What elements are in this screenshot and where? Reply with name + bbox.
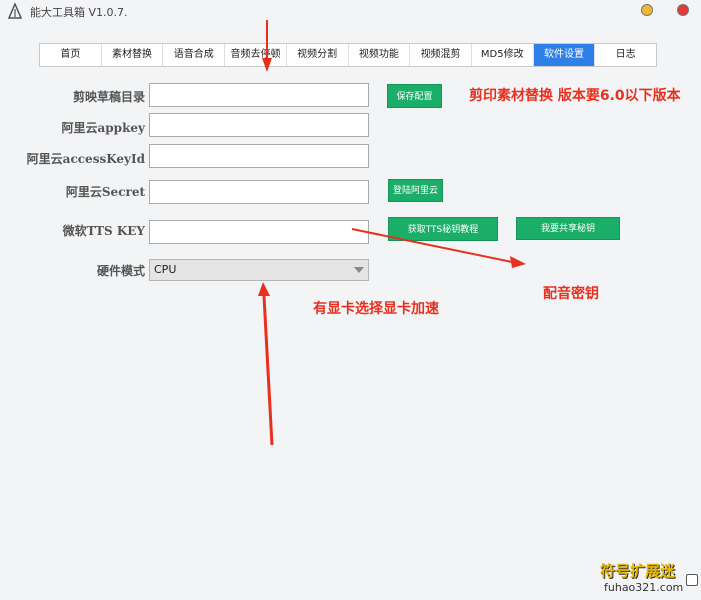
watermark-url: fuhao321.com xyxy=(604,581,684,594)
key-note: 配音密钥 xyxy=(543,286,599,302)
access-key-label: 阿里云accessKeyId xyxy=(26,152,145,166)
tab-video-functions[interactable]: 视频功能 xyxy=(349,44,411,66)
tab-audio-pause-removal[interactable]: 音频去停顿 xyxy=(225,44,287,66)
tab-md5-modify[interactable]: MD5修改 xyxy=(472,44,534,66)
tab-speech-synthesis[interactable]: 语音合成 xyxy=(163,44,226,66)
tab-video-mix[interactable]: 视频混剪 xyxy=(410,44,472,66)
tts-key-label: 微软TTS KEY xyxy=(62,224,145,238)
app-logo-icon xyxy=(8,3,22,19)
draft-dir-label: 剪映草稿目录 xyxy=(72,90,145,104)
tab-bar: 首页 素材替换 语音合成 音频去停顿 视频分割 视频功能 视频混剪 MD5修改 … xyxy=(39,43,657,67)
resize-icon xyxy=(686,574,698,586)
tab-home[interactable]: 首页 xyxy=(40,44,102,66)
version-note: 剪印素材替换 版本要6.0以下版本 xyxy=(469,88,681,104)
secret-label: 阿里云Secret xyxy=(65,185,145,199)
login-aliyun-button[interactable]: 登陆阿里云 xyxy=(388,179,443,202)
app-title: 能大工具箱 V1.0.7. xyxy=(30,6,128,19)
appkey-input[interactable] xyxy=(149,113,369,137)
tab-video-split[interactable]: 视频分割 xyxy=(287,44,349,66)
hardware-mode-label: 硬件模式 xyxy=(96,264,145,278)
hardware-mode-select[interactable]: CPU xyxy=(149,259,369,281)
watermark-logo: 符号扩展迷 xyxy=(600,562,676,580)
hardware-mode-value: CPU xyxy=(154,263,177,276)
tts-tutorial-button[interactable]: 获取TTS秘钥教程 xyxy=(388,217,498,241)
chevron-down-icon xyxy=(354,267,364,273)
minimize-button[interactable] xyxy=(641,4,653,16)
access-key-input[interactable] xyxy=(149,144,369,168)
close-button[interactable] xyxy=(677,4,689,16)
save-config-button[interactable]: 保存配置 xyxy=(387,84,442,108)
gpu-note: 有显卡选择显卡加速 xyxy=(313,301,439,317)
tab-material-replace[interactable]: 素材替换 xyxy=(102,44,164,66)
tts-key-input[interactable] xyxy=(149,220,369,244)
tab-log[interactable]: 日志 xyxy=(595,44,656,66)
share-key-button[interactable]: 我要共享秘钥 xyxy=(516,217,620,240)
title-bar: 能大工具箱 V1.0.7. xyxy=(0,0,701,22)
secret-input[interactable] xyxy=(149,180,369,204)
tab-settings[interactable]: 软件设置 xyxy=(533,44,596,66)
appkey-label: 阿里云appkey xyxy=(61,121,145,135)
draft-dir-input[interactable] xyxy=(149,83,369,107)
